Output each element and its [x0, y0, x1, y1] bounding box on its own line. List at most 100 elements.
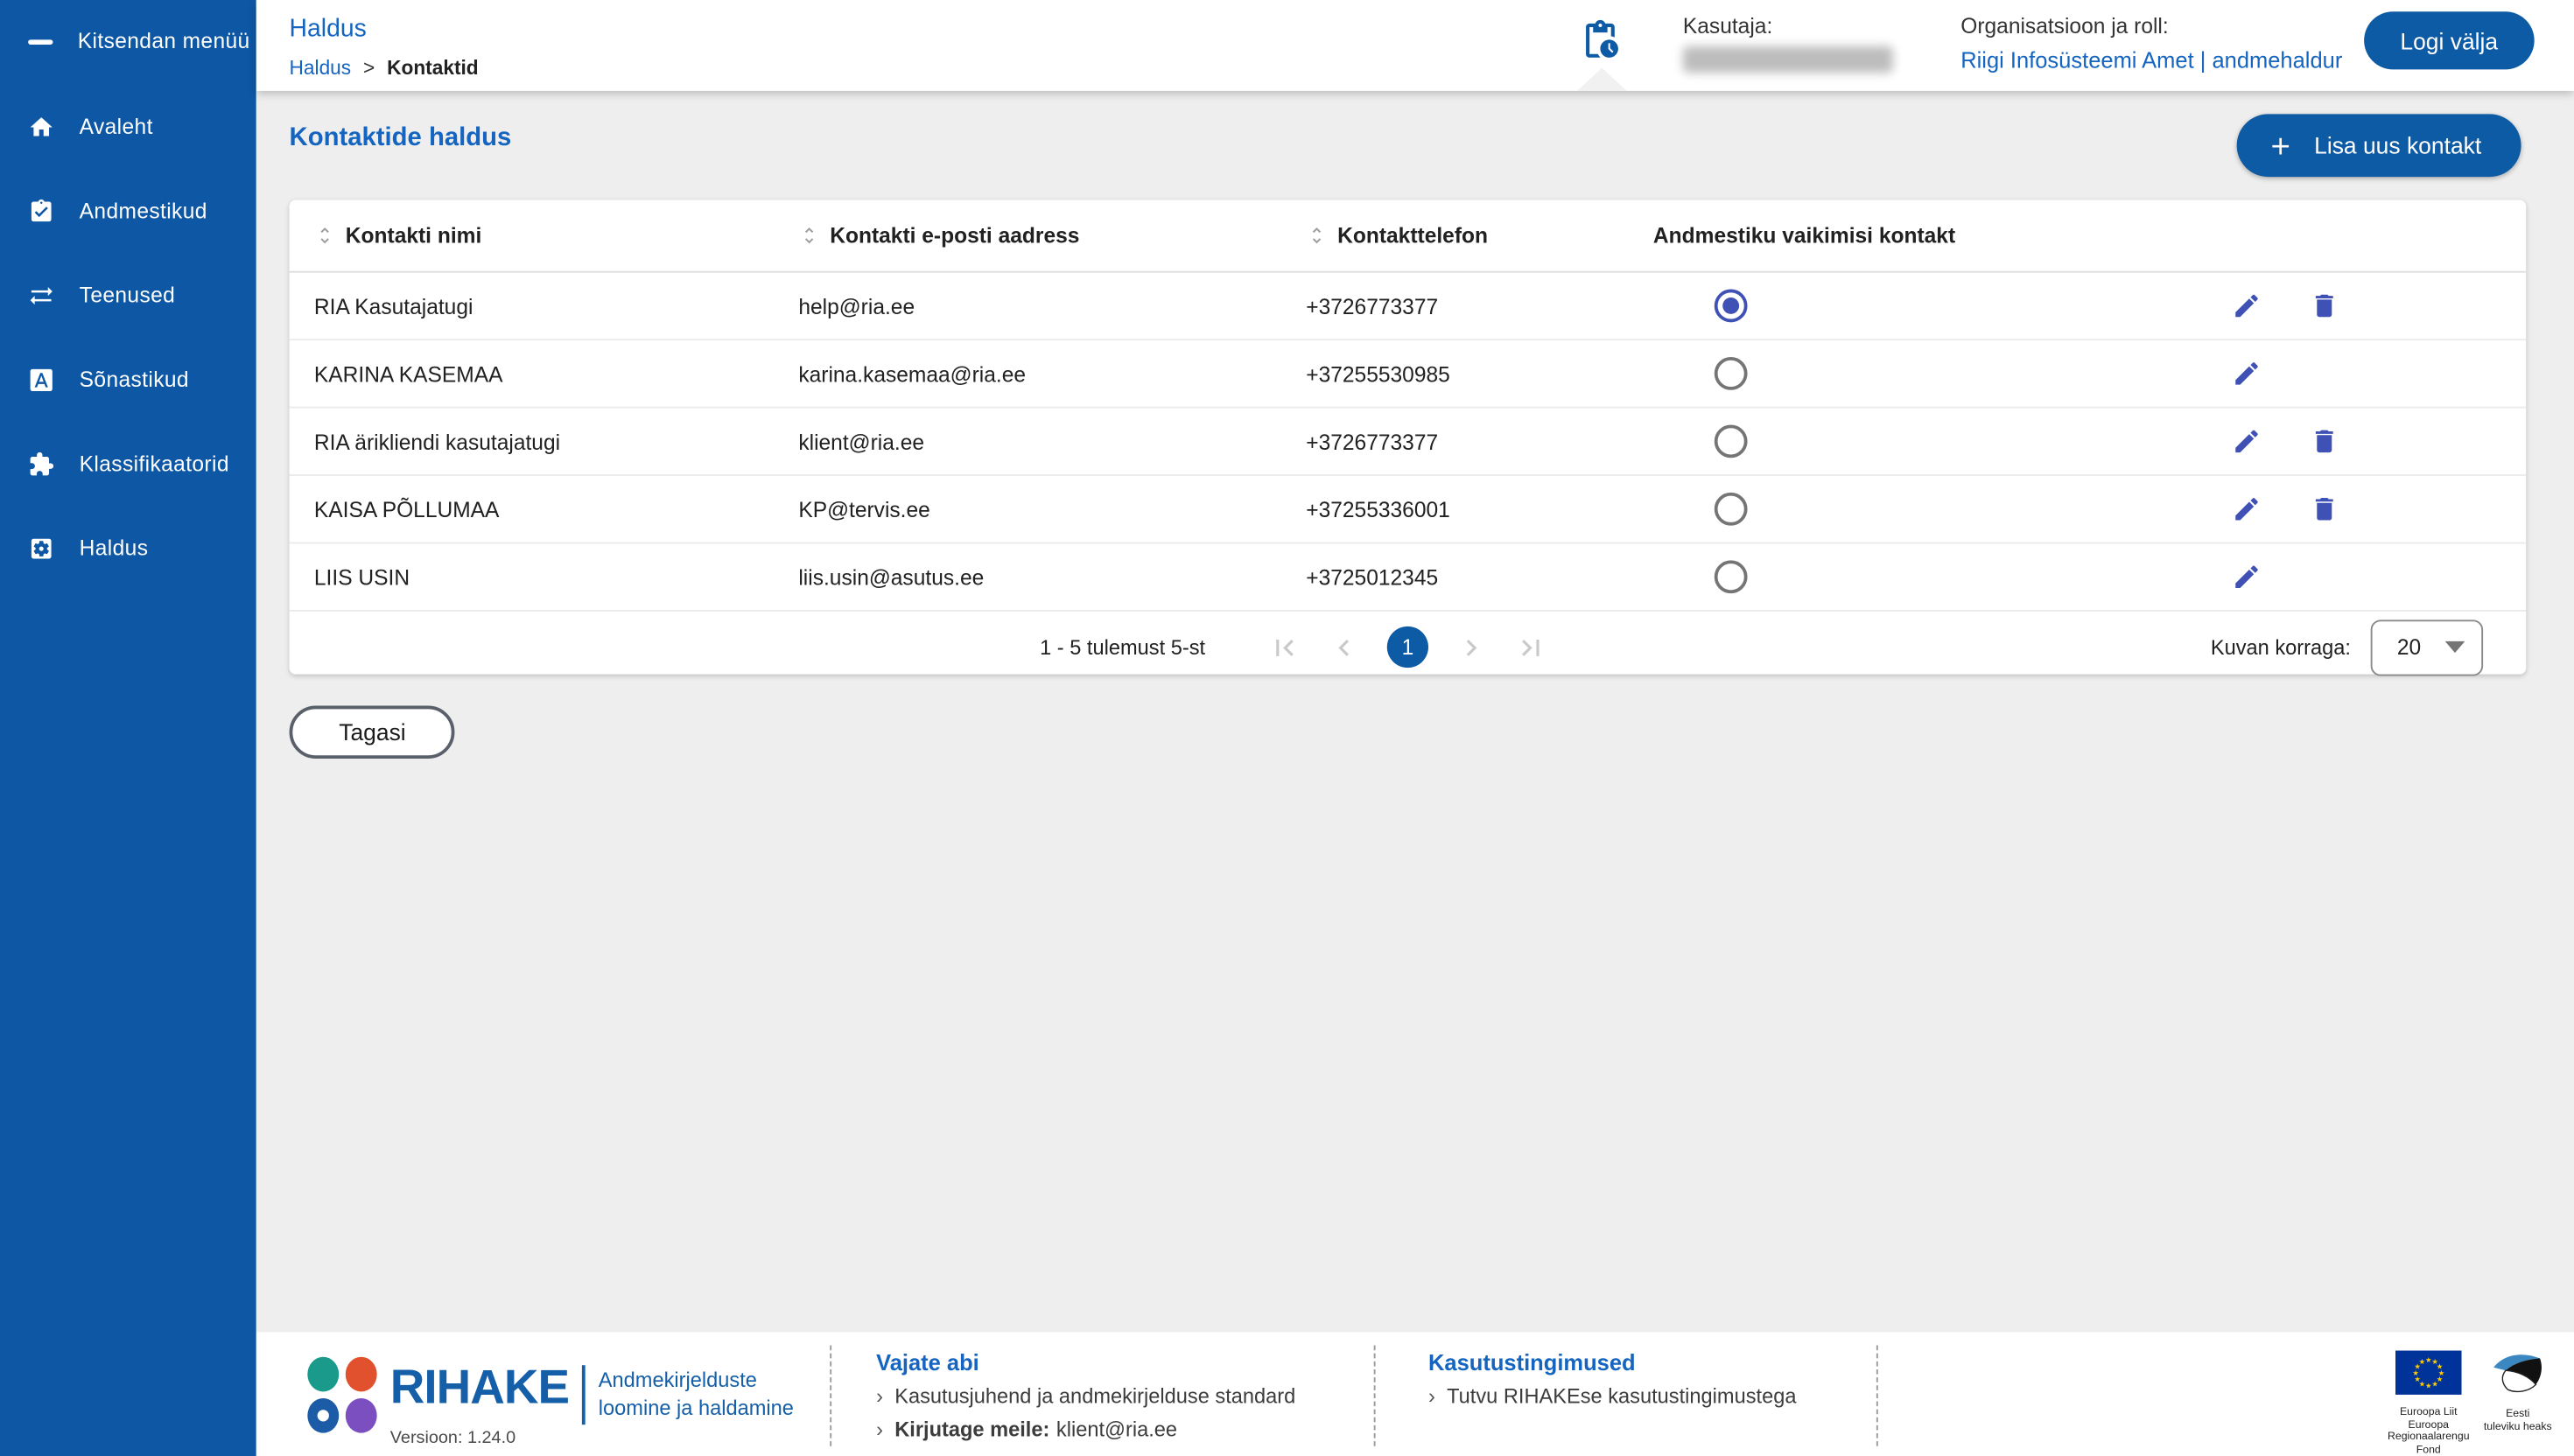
- column-header-phone[interactable]: Kontakttelefon: [1306, 223, 1653, 248]
- main-content: Kontaktide haldus Lisa uus kontakt Konta…: [256, 90, 2574, 1333]
- help-link-manual[interactable]: › Kasutusjuhend ja andmekirjelduse stand…: [876, 1385, 1295, 1408]
- contact-phone: +3725012345: [1306, 564, 1439, 590]
- next-page-button[interactable]: [1455, 631, 1488, 664]
- sidebar-item-andmestikud[interactable]: Andmestikud: [0, 169, 256, 253]
- eu-logo-block: ★ ★ ★ ★ ★ ★ ★ ★ ★ ★ ★ ★ Euroopa Liit Euroopa Reg…: [2386, 1350, 2472, 1456]
- estonia-logo-block: Eesti tuleviku heaks: [2479, 1350, 2556, 1432]
- edit-button[interactable]: [2232, 290, 2262, 320]
- terms-title[interactable]: Kasutustingimused: [1428, 1350, 1797, 1375]
- edit-button[interactable]: [2232, 359, 2262, 388]
- page-title: Kontaktide haldus: [289, 123, 512, 152]
- sidebar-item-klassifikaatorid[interactable]: Klassifikaatorid: [0, 422, 256, 506]
- default-contact-radio[interactable]: [1714, 289, 1748, 323]
- chevron-down-icon: [2444, 640, 2465, 654]
- column-header-name[interactable]: Kontakti nimi: [314, 223, 798, 248]
- logout-button[interactable]: Logi välja: [2363, 11, 2535, 70]
- breadcrumb: Haldus > Kontaktid: [290, 56, 479, 79]
- column-header-email[interactable]: Kontakti e-posti aadress: [798, 223, 1306, 248]
- default-contact-radio[interactable]: [1714, 560, 1748, 594]
- pagination-bar: 1 - 5 tulemust 5-st 1 Kuvan korraga: 20: [290, 612, 2527, 682]
- sidebar-item-label: Sõnastikud: [79, 367, 189, 392]
- per-page-select[interactable]: 20: [2370, 619, 2484, 676]
- org-block: Organisatsioon ja roll: Riigi Infosüstee…: [1960, 13, 2342, 73]
- default-contact-radio[interactable]: [1714, 357, 1748, 390]
- chevron-bullet: ›: [1428, 1384, 1435, 1409]
- per-page-label: Kuvan korraga:: [2210, 635, 2352, 659]
- help-section: Vajate abi › Kasutusjuhend ja andmekirje…: [876, 1350, 1295, 1441]
- pagination-nav: 1: [1268, 626, 1547, 668]
- pencil-icon: [2235, 294, 2258, 318]
- delete-button[interactable]: [2310, 426, 2339, 456]
- sidebar-item-label: Avaleht: [79, 114, 153, 139]
- org-label: Organisatsioon ja roll:: [1960, 13, 2169, 38]
- sort-icon[interactable]: [798, 225, 820, 247]
- collapse-menu-button[interactable]: Kitsendan menüü: [28, 28, 249, 52]
- top-header: Haldus Haldus > Kontaktid Kasutaja: Orga…: [256, 0, 2574, 91]
- contact-email: karina.kasemaa@ria.ee: [798, 360, 1027, 387]
- sidebar-item-label: Teenused: [79, 283, 176, 308]
- default-contact-radio[interactable]: [1714, 424, 1748, 458]
- clipboard-clock-icon: [1586, 19, 1618, 58]
- sidebar-item-sonastikud[interactable]: Sõnastikud: [0, 337, 256, 421]
- column-label: Kontakti nimi: [345, 223, 482, 248]
- user-label: Kasutaja:: [1682, 13, 1773, 38]
- sidebar-item-teenused[interactable]: Teenused: [0, 253, 256, 337]
- chevron-right-icon: [1466, 639, 1477, 655]
- column-label: Kontakttelefon: [1337, 223, 1489, 248]
- table-row: KAISA PÕLLUMAA KP@tervis.ee +37255336001: [289, 476, 2527, 544]
- terms-section: Kasutustingimused › Tutvu RIHAKEse kasut…: [1428, 1350, 1797, 1408]
- add-contact-button[interactable]: Lisa uus kontakt: [2236, 114, 2521, 178]
- contact-name: KAISA PÕLLUMAA: [313, 496, 500, 522]
- page-number-button[interactable]: 1: [1386, 626, 1429, 668]
- prev-page-button[interactable]: [1328, 631, 1361, 664]
- org-role-link[interactable]: Riigi Infosüsteemi Amet | andmehaldur: [1960, 48, 2342, 73]
- swap-arrows-icon: [30, 286, 53, 304]
- table-header-row: Kontakti nimi Kontakti e-posti aadress K…: [289, 200, 2527, 273]
- user-block: Kasutaja:: [1682, 13, 1893, 74]
- sidebar-item-avaleht[interactable]: Avaleht: [0, 84, 256, 168]
- home-icon: [30, 116, 53, 136]
- sidebar: Kitsendan menüü Avaleht Andmestikud Teen…: [0, 0, 256, 1456]
- chevron-left-icon: [1338, 639, 1350, 655]
- contact-email: liis.usin@asutus.ee: [798, 564, 985, 590]
- puzzle-icon: [30, 451, 54, 475]
- delete-button[interactable]: [2310, 290, 2339, 320]
- help-title[interactable]: Vajate abi: [876, 1350, 1295, 1375]
- contact-name: RIA Kasutajatugi: [313, 293, 473, 318]
- sort-icon[interactable]: [314, 225, 336, 247]
- edit-button[interactable]: [2232, 494, 2262, 524]
- breadcrumb-current: Kontaktid: [387, 56, 479, 80]
- sidebar-item-label: Haldus: [79, 536, 149, 561]
- sidebar-item-label: Klassifikaatorid: [79, 451, 229, 477]
- edit-button[interactable]: [2232, 562, 2262, 592]
- column-label: Kontakti e-posti aadress: [830, 223, 1080, 248]
- contact-phone: +3726773377: [1306, 429, 1439, 454]
- last-page-button[interactable]: [1514, 631, 1547, 664]
- sidebar-item-label: Andmestikud: [79, 198, 207, 224]
- contact-name: RIA ärikliendi kasutajatugi: [313, 429, 561, 454]
- radio-dot: [1722, 569, 1739, 585]
- delete-button[interactable]: [2310, 494, 2339, 524]
- back-button[interactable]: Tagasi: [289, 705, 456, 760]
- clipboard-check-icon: [31, 198, 52, 221]
- footer-divider: [1373, 1345, 1376, 1446]
- contact-name: LIIS USIN: [313, 564, 410, 590]
- terms-link[interactable]: › Tutvu RIHAKEse kasutustingimustega: [1428, 1385, 1797, 1408]
- breadcrumb-link-haldus[interactable]: Haldus: [290, 56, 352, 79]
- letter-a-box-icon: [30, 368, 53, 391]
- edit-button[interactable]: [2232, 426, 2262, 456]
- first-page-button[interactable]: [1268, 631, 1301, 664]
- chevron-bullet: ›: [876, 1418, 883, 1442]
- pending-actions-button[interactable]: [1579, 18, 1622, 61]
- sort-icon[interactable]: [1306, 225, 1328, 247]
- user-name-redacted: [1682, 46, 1893, 74]
- table-row: KARINA KASEMAA karina.kasemaa@ria.ee +37…: [289, 340, 2527, 409]
- table-row: RIA ärikliendi kasutajatugi klient@ria.e…: [289, 409, 2527, 477]
- sidebar-item-haldus[interactable]: Haldus: [0, 506, 256, 590]
- trash-icon: [2315, 294, 2333, 318]
- contact-phone: +3726773377: [1306, 293, 1439, 318]
- default-contact-radio[interactable]: [1714, 492, 1748, 526]
- brand-divider: [581, 1365, 586, 1425]
- collapse-icon: [28, 38, 53, 45]
- help-link-email[interactable]: › Kirjutage meile: klient@ria.ee: [876, 1418, 1295, 1441]
